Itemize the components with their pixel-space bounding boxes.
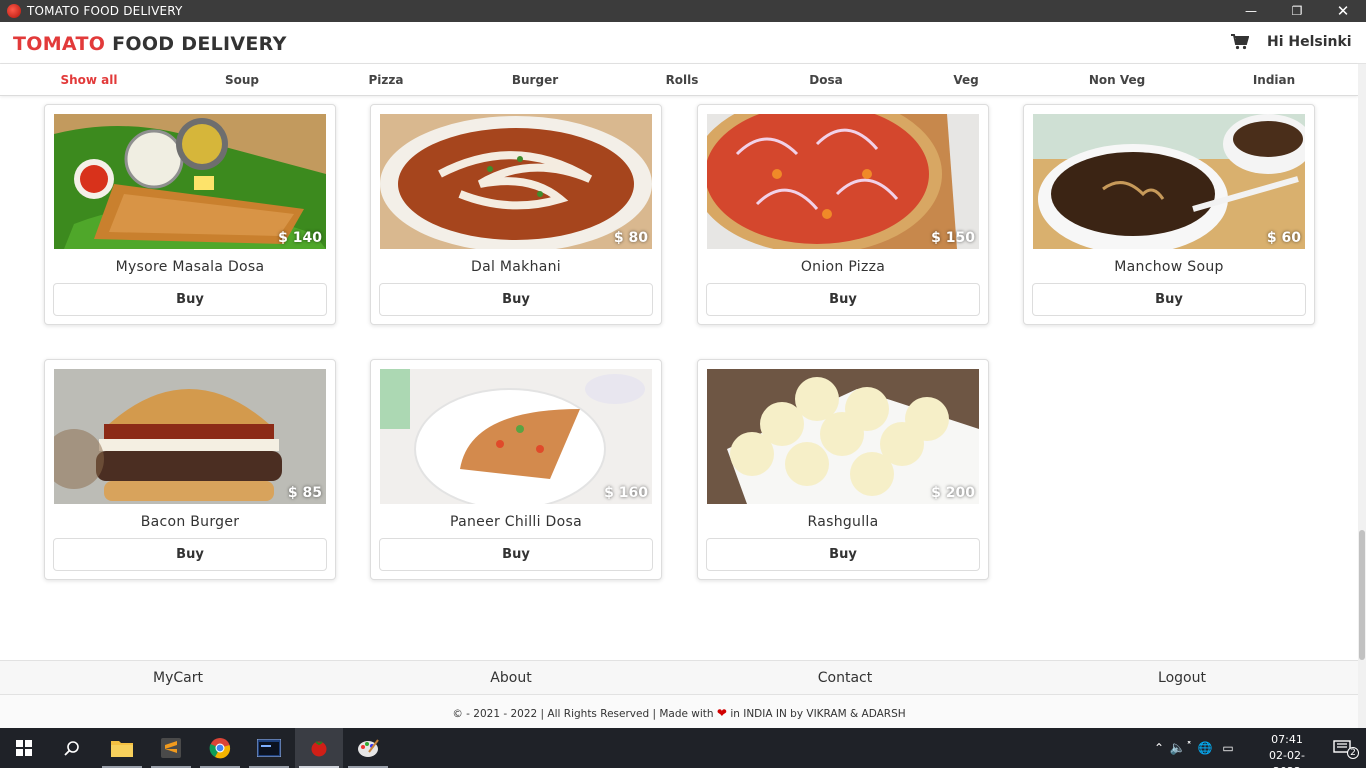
copyright-text-start: © - 2021 - 2022 | All Rights Reserved | …: [452, 708, 714, 720]
product-price: $ 80: [613, 230, 648, 246]
app-header: TOMATO FOOD DELIVERY Hi Helsinki: [0, 22, 1366, 64]
category-non-veg[interactable]: Non Veg: [1089, 73, 1145, 87]
product-card: $ 80 Dal Makhani Buy: [370, 104, 662, 325]
category-dosa[interactable]: Dosa: [809, 73, 842, 87]
footer-link-logout[interactable]: Logout: [1158, 670, 1206, 686]
footer-link-about[interactable]: About: [490, 670, 531, 686]
paint-palette-icon: [358, 739, 379, 757]
taskbar-tomato-app[interactable]: [295, 728, 343, 768]
windows-logo-icon: [16, 740, 32, 756]
heart-icon: ❤: [716, 706, 727, 720]
battery-icon[interactable]: ▭: [1216, 741, 1240, 755]
buy-button[interactable]: Buy: [53, 538, 327, 571]
restore-button[interactable]: ❐: [1274, 0, 1320, 22]
category-nav: Show all Soup Pizza Burger Rolls Dosa Ve…: [0, 64, 1358, 96]
taskbar-sublime-text[interactable]: [147, 728, 195, 768]
product-image-onion-pizza: $ 150: [707, 114, 979, 249]
tomato-app-icon: [7, 4, 21, 18]
product-card: $ 85 Bacon Burger Buy: [44, 359, 336, 580]
close-button[interactable]: ✕: [1320, 0, 1366, 22]
brand-logo[interactable]: TOMATO FOOD DELIVERY: [13, 33, 287, 55]
terminal-window-icon: [257, 739, 281, 757]
chrome-icon: [209, 738, 231, 759]
product-name: Rashgulla: [807, 514, 879, 530]
product-name: Manchow Soup: [1114, 259, 1224, 275]
start-button[interactable]: [0, 728, 48, 768]
category-indian[interactable]: Indian: [1253, 73, 1295, 87]
product-name: Mysore Masala Dosa: [115, 259, 265, 275]
footer-nav: MyCart About Contact Logout: [0, 660, 1358, 695]
taskbar-chrome[interactable]: [196, 728, 244, 768]
windows-taskbar: ⌃ 🔈˟ 🌐 ▭ 07:41 02-02-2022 2: [0, 728, 1366, 778]
category-burger[interactable]: Burger: [512, 73, 558, 87]
scrollbar-thumb[interactable]: [1359, 530, 1365, 660]
notification-count: 2: [1347, 747, 1359, 759]
product-image-dosa: $ 140: [54, 114, 326, 249]
taskbar-terminal-app[interactable]: [245, 728, 293, 768]
category-pizza[interactable]: Pizza: [369, 73, 404, 87]
window-titlebar: TOMATO FOOD DELIVERY — ❐ ✕: [0, 0, 1366, 22]
product-name: Dal Makhani: [471, 259, 561, 275]
system-tray: ⌃ 🔈˟ 🌐 ▭: [1150, 728, 1240, 768]
footer-link-contact[interactable]: Contact: [818, 670, 872, 686]
buy-button[interactable]: Buy: [706, 538, 980, 571]
product-name: Bacon Burger: [140, 514, 240, 530]
search-icon: [64, 741, 79, 756]
product-price: $ 85: [287, 485, 322, 501]
taskbar-file-explorer[interactable]: [98, 728, 146, 768]
action-center-button[interactable]: 2: [1318, 728, 1366, 768]
sublime-text-icon: [161, 738, 181, 758]
buy-button[interactable]: Buy: [53, 283, 327, 316]
product-price: $ 200: [931, 485, 975, 501]
clock-time: 07:41: [1271, 733, 1303, 746]
cart-icon[interactable]: [1231, 34, 1249, 50]
copyright-bar: © - 2021 - 2022 | All Rights Reserved | …: [0, 695, 1358, 728]
product-image-manchow-soup: $ 60: [1033, 114, 1305, 249]
show-hidden-icons-icon[interactable]: ⌃: [1150, 741, 1168, 755]
network-globe-icon[interactable]: 🌐: [1194, 741, 1216, 755]
volume-muted-icon[interactable]: 🔈˟: [1168, 741, 1194, 756]
buy-button[interactable]: Buy: [706, 283, 980, 316]
product-card: $ 140 Mysore Masala Dosa Buy: [44, 104, 336, 325]
footer-link-mycart[interactable]: MyCart: [153, 670, 203, 686]
product-image-bacon-burger: $ 85: [54, 369, 326, 504]
product-price: $ 60: [1266, 230, 1301, 246]
buy-button[interactable]: Buy: [1032, 283, 1306, 316]
category-show-all[interactable]: Show all: [60, 73, 117, 87]
product-price: $ 140: [278, 230, 322, 246]
product-card: $ 150 Onion Pizza Buy: [697, 104, 989, 325]
brand-name-dark: FOOD DELIVERY: [112, 33, 287, 55]
buy-button[interactable]: Buy: [379, 538, 653, 571]
product-image-dal-makhani: $ 80: [380, 114, 652, 249]
product-card: $ 200 Rashgulla Buy: [697, 359, 989, 580]
product-card: $ 160 Paneer Chilli Dosa Buy: [370, 359, 662, 580]
product-price: $ 150: [931, 230, 975, 246]
product-image-rasgulla: $ 200: [707, 369, 979, 504]
category-rolls[interactable]: Rolls: [666, 73, 699, 87]
buy-button[interactable]: Buy: [379, 283, 653, 316]
user-greeting[interactable]: Hi Helsinki: [1267, 34, 1352, 50]
product-name: Paneer Chilli Dosa: [450, 514, 582, 530]
window-title: TOMATO FOOD DELIVERY: [27, 4, 183, 18]
tomato-icon: [311, 741, 327, 757]
folder-icon: [111, 741, 133, 757]
product-name: Onion Pizza: [800, 259, 886, 275]
product-image-paneer-dosa: $ 160: [380, 369, 652, 504]
category-soup[interactable]: Soup: [225, 73, 259, 87]
product-card: $ 60 Manchow Soup Buy: [1023, 104, 1315, 325]
minimize-button[interactable]: —: [1228, 0, 1274, 22]
category-veg[interactable]: Veg: [953, 73, 978, 87]
clock-date: 02-02-2022: [1269, 749, 1305, 778]
brand-name-red: TOMATO: [13, 33, 106, 55]
taskbar-paint-app[interactable]: [344, 728, 392, 768]
product-price: $ 160: [604, 485, 648, 501]
copyright-text-end: in INDIA IN by VIKRAM & ADARSH: [730, 708, 906, 720]
search-button[interactable]: [48, 728, 96, 768]
taskbar-clock[interactable]: 07:41 02-02-2022: [1257, 732, 1317, 780]
